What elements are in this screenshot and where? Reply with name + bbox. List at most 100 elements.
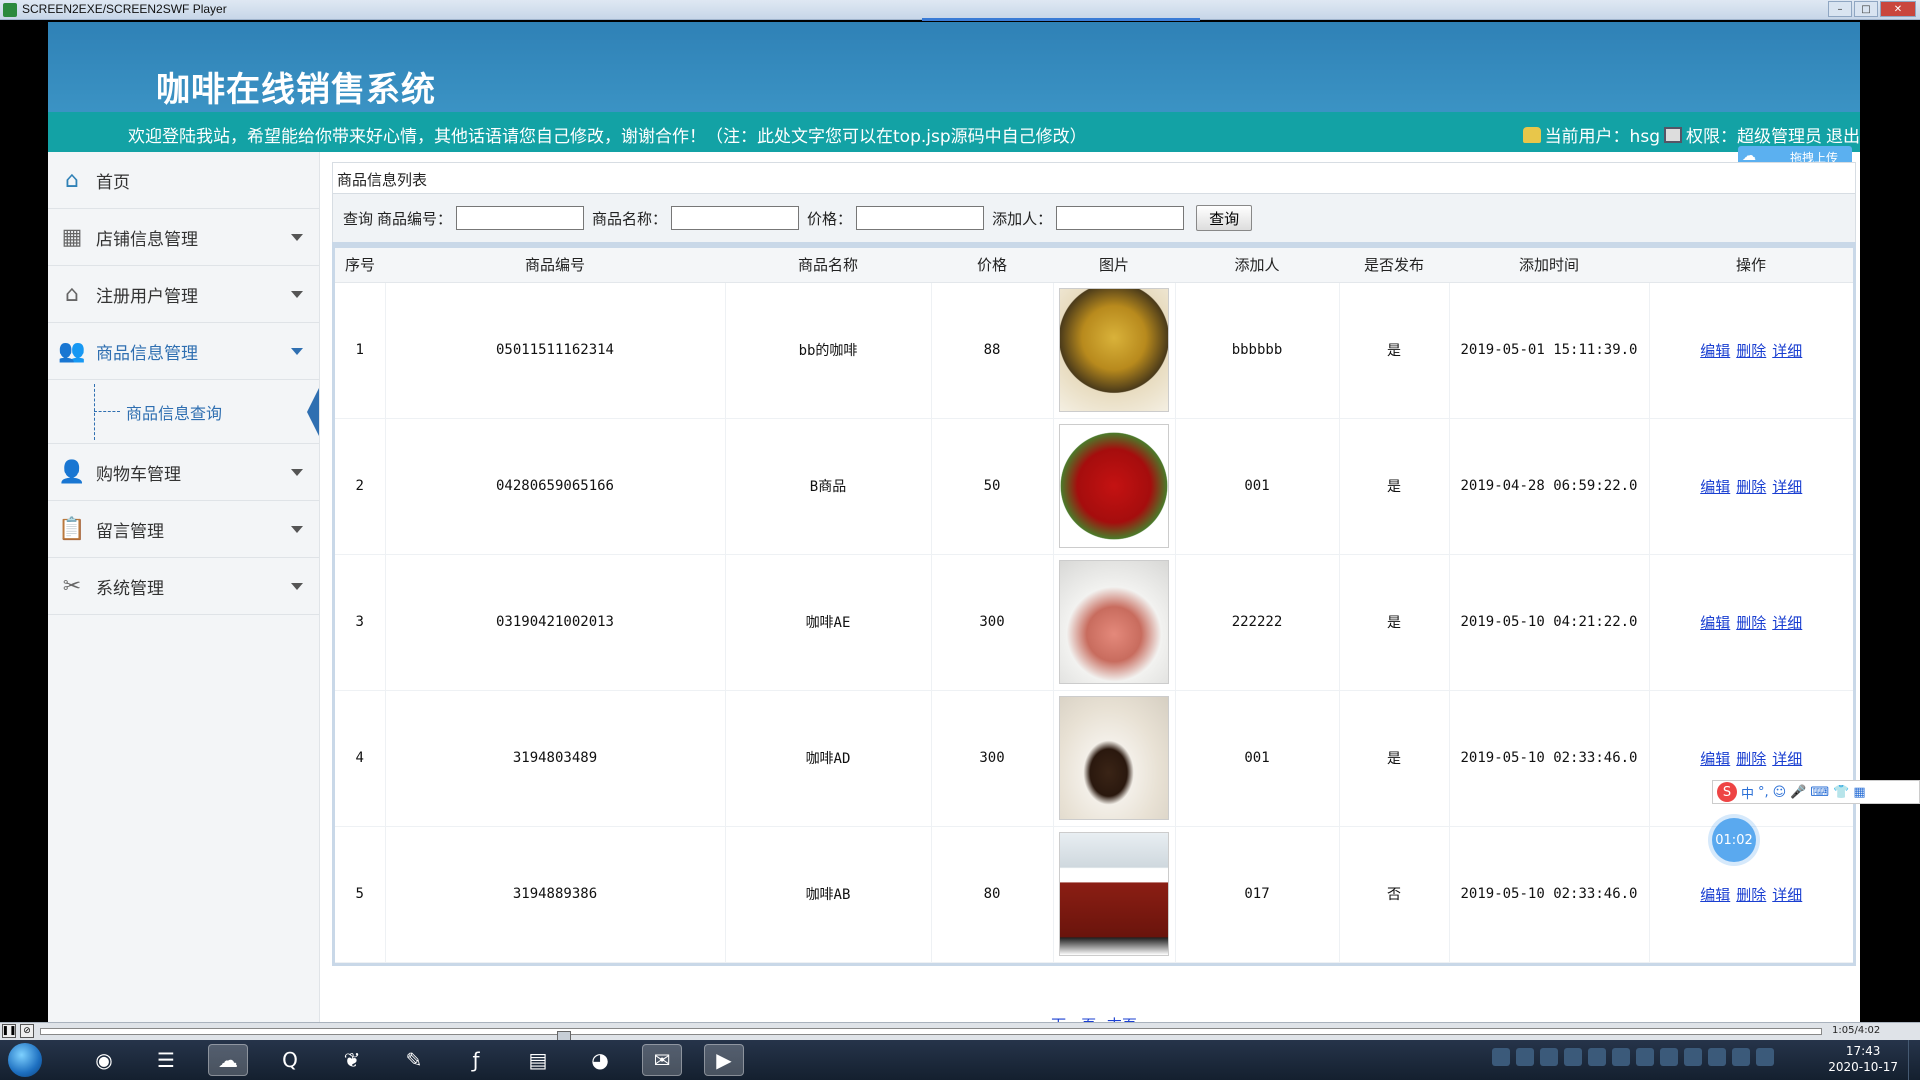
product-price: 50 (931, 418, 1054, 555)
edit-link[interactable]: 编辑 (1700, 750, 1730, 768)
product-adder: 001 (1175, 418, 1340, 555)
delete-link[interactable]: 删除 (1736, 886, 1766, 904)
product-table: 序号 商品编号 商品名称 价格 图片 添加人 是否发布 添加时间 操作 1 05… (335, 248, 1853, 963)
leaf-app-icon[interactable]: ❦ (332, 1044, 372, 1076)
product-code-input[interactable] (456, 206, 585, 230)
panel-title: 商品信息列表 (332, 162, 1856, 194)
sidebar-item-users[interactable]: ⌂ 注册用户管理 (48, 266, 319, 323)
product-adder: 001 (1175, 690, 1340, 827)
sidebar-subitem-product-query[interactable]: 商品信息查询 (48, 380, 319, 444)
tree-line (94, 384, 95, 440)
edit-link[interactable]: 编辑 (1700, 886, 1730, 904)
detail-link[interactable]: 详细 (1772, 478, 1802, 496)
qq-icon[interactable]: ◕ (580, 1044, 620, 1076)
minimize-button[interactable]: – (1828, 1, 1852, 17)
sidebar-item-messages[interactable]: 📋 留言管理 (48, 501, 319, 558)
browser-q-icon[interactable]: Q (270, 1044, 310, 1076)
product-time: 2019-05-10 02:33:46.0 (1449, 690, 1650, 827)
punctuation-icon[interactable]: °, (1758, 785, 1769, 800)
red-rose-heart-image (1059, 424, 1169, 548)
product-image-cell (1053, 690, 1176, 827)
detail-link[interactable]: 详细 (1772, 886, 1802, 904)
taskbar-clock[interactable]: 17:43 2020-10-17 (1828, 1043, 1898, 1075)
emoji-icon[interactable]: ☺ (1773, 785, 1787, 800)
screen-player-icon[interactable]: ▶ (704, 1044, 744, 1076)
table-row: 3 03190421002013 咖啡AE 300 222222 是 2019-… (335, 554, 1853, 691)
sidebar-item-cart[interactable]: 👤 购物车管理 (48, 444, 319, 501)
sidebar-item-system[interactable]: ✂ 系统管理 (48, 558, 319, 615)
tray-icon[interactable] (1636, 1048, 1654, 1066)
notepad-icon[interactable]: ✎ (394, 1044, 434, 1076)
product-name-input[interactable] (671, 206, 800, 230)
edit-link[interactable]: 编辑 (1700, 342, 1730, 360)
stop-icon[interactable]: ⊘ (20, 1024, 34, 1038)
taskbar: ◉ ☰ ☁ Q ❦ ✎ ƒ ▤ ◕ ✉ ▶ 17:43 2020-10-17 (0, 1040, 1920, 1080)
tray-icon[interactable] (1732, 1048, 1750, 1066)
sidebar-item-home[interactable]: ⌂ 首页 (48, 152, 319, 209)
start-button[interactable] (8, 1043, 42, 1077)
tray-icon[interactable] (1756, 1048, 1774, 1066)
tray-icon[interactable] (1492, 1048, 1510, 1066)
tray-icon[interactable] (1564, 1048, 1582, 1066)
file-explorer-icon[interactable]: ▤ (518, 1044, 558, 1076)
sidebar-item-label: 商品信息管理 (96, 343, 198, 364)
detail-link[interactable]: 详细 (1772, 342, 1802, 360)
edit-link[interactable]: 编辑 (1700, 614, 1730, 632)
product-name: bb的咖啡 (725, 282, 932, 419)
product-adder: bbbbbb (1175, 282, 1340, 419)
pause-icon[interactable]: ❚❚ (1, 1024, 17, 1038)
tray-icon[interactable] (1612, 1048, 1630, 1066)
chrome-icon[interactable]: ◉ (84, 1044, 124, 1076)
logout-link[interactable]: 退出 (1826, 122, 1860, 147)
product-time: 2019-05-10 04:21:22.0 (1449, 554, 1650, 691)
product-published: 是 (1339, 282, 1450, 419)
detail-link[interactable]: 详细 (1772, 750, 1802, 768)
home-icon: ⌂ (65, 167, 79, 193)
clock-time: 17:43 (1845, 1044, 1881, 1058)
eclipse-icon[interactable]: ☰ (146, 1044, 186, 1076)
tray-icon[interactable] (1588, 1048, 1606, 1066)
tray-icon[interactable] (1708, 1048, 1726, 1066)
show-desktop-button[interactable] (1908, 1040, 1920, 1080)
price-input[interactable] (856, 206, 985, 230)
playback-track[interactable] (40, 1028, 1822, 1041)
skin-icon[interactable]: 👕 (1833, 785, 1849, 800)
edit-link[interactable]: 编辑 (1700, 478, 1730, 496)
tray-icon[interactable] (1684, 1048, 1702, 1066)
adder-input[interactable] (1056, 206, 1185, 230)
delete-link[interactable]: 删除 (1736, 614, 1766, 632)
sidebar-item-label: 店铺信息管理 (96, 229, 198, 250)
delete-link[interactable]: 删除 (1736, 750, 1766, 768)
tray-icon[interactable] (1660, 1048, 1678, 1066)
tray-icon[interactable] (1540, 1048, 1558, 1066)
tray-icon[interactable] (1516, 1048, 1534, 1066)
flash-icon[interactable]: ƒ (456, 1044, 496, 1076)
sidebar-item-shop[interactable]: ▦ 店铺信息管理 (48, 209, 319, 266)
delete-link[interactable]: 删除 (1736, 478, 1766, 496)
detail-link[interactable]: 详细 (1772, 614, 1802, 632)
column-header: 价格 (931, 248, 1053, 283)
query-button[interactable]: 查询 (1196, 205, 1253, 231)
player-controls: ❚❚ ⊘ 1:05/4:02 (0, 1022, 1920, 1041)
sidebar-item-label: 系统管理 (96, 578, 164, 599)
close-button[interactable]: ✕ (1880, 1, 1916, 17)
product-time: 2019-05-01 15:11:39.0 (1449, 282, 1650, 419)
sidebar-item-products[interactable]: 👥 商品信息管理 (48, 323, 319, 380)
microphone-icon[interactable]: 🎤 (1790, 785, 1806, 800)
maximize-button[interactable]: □ (1854, 1, 1878, 17)
ime-toolbar[interactable]: S 中 °, ☺ 🎤 ⌨ 👕 ▦ (1712, 780, 1920, 804)
table-row: 2 04280659065166 B商品 50 001 是 2019-04-28… (335, 418, 1853, 555)
recording-timer[interactable]: 01:02 (1712, 818, 1756, 862)
wechat-icon[interactable]: ✉ (642, 1044, 682, 1076)
menu-grid-icon[interactable]: ▦ (1853, 785, 1865, 800)
ime-mode[interactable]: 中 (1741, 783, 1754, 802)
keyboard-icon[interactable]: ⌨ (1810, 785, 1829, 800)
baidu-netdisk-icon[interactable]: ☁ (208, 1044, 248, 1076)
delete-link[interactable]: 删除 (1736, 342, 1766, 360)
product-code: 04280659065166 (385, 418, 726, 555)
welcome-text: 欢迎登陆我站，希望能给你带来好心情，其他话语请您自己修改，谢谢合作！（注：此处文… (128, 127, 1087, 147)
form-icon: 📋 (58, 516, 86, 542)
column-header: 添加人 (1175, 248, 1339, 283)
row-index: 1 (335, 282, 386, 419)
adder-label: 添加人： (992, 209, 1053, 228)
